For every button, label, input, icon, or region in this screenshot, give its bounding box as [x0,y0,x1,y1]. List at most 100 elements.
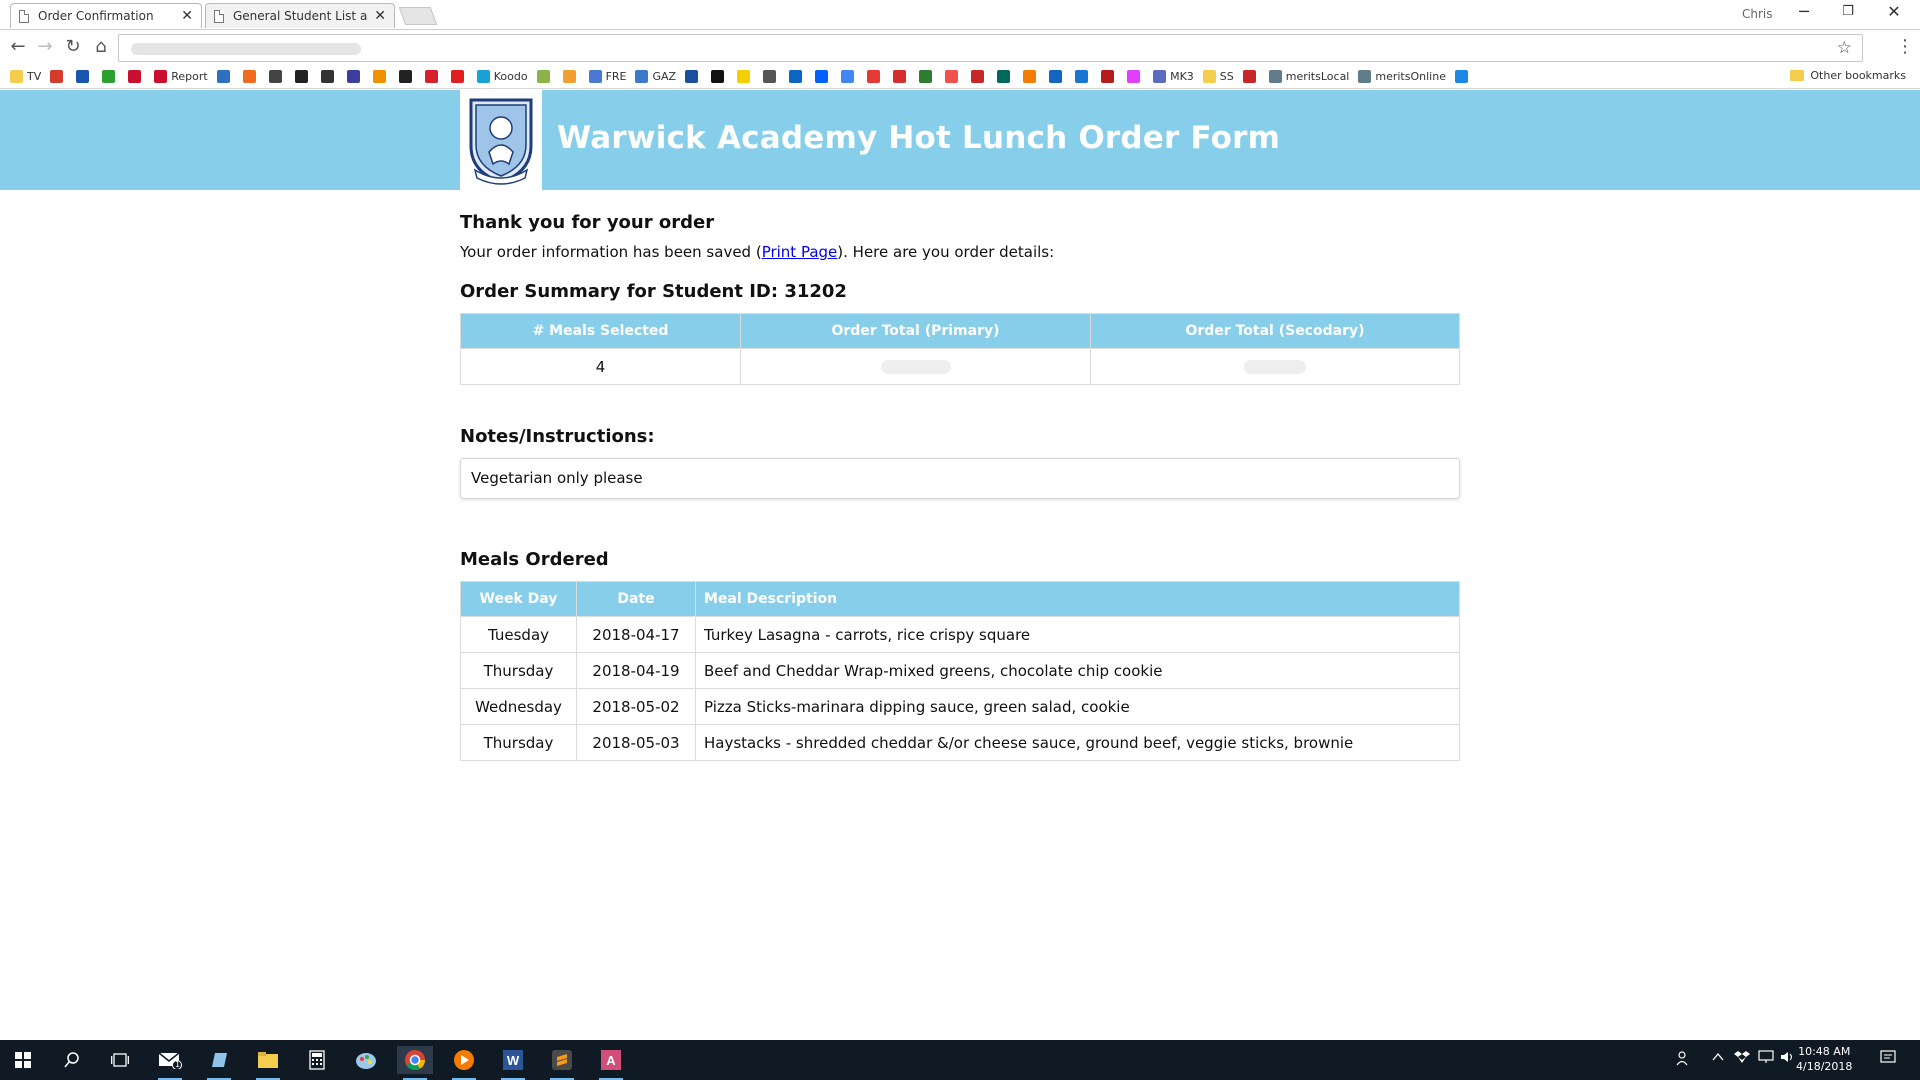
bookmark-star-icon[interactable]: ☆ [1837,38,1852,58]
bookmark-item[interactable] [815,70,832,83]
tab-label: General Student List as o [233,9,368,23]
back-icon[interactable]: ← [6,36,30,57]
tab-general-student-list[interactable]: General Student List as o ✕ [205,3,395,28]
browser-menu-icon[interactable]: ⋮ [1896,36,1914,57]
bookmark-favicon-icon [102,70,116,83]
network-icon[interactable] [1758,1050,1774,1068]
bookmark-item[interactable] [711,70,728,83]
bookmark-item[interactable]: FRE [588,70,627,83]
bookmark-label: FRE [605,70,627,83]
bookmark-item[interactable] [1023,70,1040,83]
volume-icon[interactable] [1780,1050,1794,1068]
bookmark-item[interactable] [372,70,390,83]
taskbar-clock[interactable]: 10:48 AM 4/18/2018 [1796,1044,1852,1074]
sublime-text-icon[interactable] [544,1046,580,1080]
bookmark-item[interactable] [737,70,754,83]
bookmark-item[interactable] [50,70,67,83]
profile-name[interactable]: Chris [1742,7,1773,21]
window-close-icon[interactable]: ✕ [1874,2,1914,21]
bookmark-item[interactable] [685,70,702,83]
column-header-meal-description: Meal Description [695,581,1460,617]
clock-date: 4/18/2018 [1796,1060,1853,1073]
bookmark-item[interactable] [424,70,442,83]
bookmark-item[interactable] [76,70,93,83]
table-row: Thursday 2018-04-19 Beef and Cheddar Wra… [460,652,1460,689]
task-view-icon[interactable] [102,1046,138,1074]
bookmark-item[interactable] [320,70,338,83]
access-app-icon[interactable]: A [593,1046,629,1080]
bookmark-item[interactable] [867,70,884,83]
bookmark-item[interactable] [1101,70,1118,83]
bookmark-item[interactable] [294,70,312,83]
paint-app-icon[interactable] [348,1046,384,1074]
bookmark-item[interactable]: TV [10,70,41,83]
bookmark-item[interactable] [562,70,580,83]
file-explorer-icon[interactable] [250,1046,286,1080]
week-day-cell: Thursday [460,652,577,689]
print-page-link[interactable]: Print Page [762,243,838,261]
bookmark-item[interactable]: Koodo [476,70,528,83]
tab-order-confirmation[interactable]: Order Confirmation ✕ [10,3,202,28]
bookmark-item[interactable] [919,70,936,83]
bookmark-item[interactable] [789,70,806,83]
bookmark-item[interactable]: SS [1202,70,1234,83]
bookmark-item[interactable] [346,70,364,83]
bookmark-item[interactable] [945,70,962,83]
word-icon[interactable]: W [495,1046,531,1080]
bookmark-item[interactable]: Report [154,70,208,83]
bookmark-item[interactable] [1242,70,1260,83]
redacted-value [1244,360,1306,374]
document-icon [19,9,29,23]
bookmark-item[interactable]: meritsLocal [1268,70,1349,83]
bookmark-favicon-icon [424,70,438,83]
bookmark-item[interactable] [997,70,1014,83]
bookmark-item[interactable] [1049,70,1066,83]
bookmark-item[interactable] [102,70,119,83]
show-hidden-icons-chevron-up-icon[interactable] [1712,1050,1724,1068]
school-crest-logo [460,90,542,190]
bookmark-item[interactable] [268,70,286,83]
tab-close-icon[interactable]: ✕ [374,8,386,24]
chrome-icon[interactable] [397,1046,433,1080]
bookmark-favicon-icon [893,70,907,83]
bookmark-item[interactable] [450,70,468,83]
minimize-icon[interactable]: ─ [1784,2,1824,21]
tab-label: Order Confirmation [38,9,154,23]
search-icon[interactable] [54,1046,90,1074]
mail-app-icon[interactable]: 1 [152,1046,188,1080]
windows-start-icon[interactable] [5,1046,41,1074]
bookmark-item[interactable] [1127,70,1144,83]
forward-icon[interactable]: → [33,36,57,57]
bookmark-item[interactable] [242,70,260,83]
bookmark-favicon-icon [536,70,550,83]
bookmark-item[interactable] [536,70,554,83]
bookmark-item[interactable] [216,70,234,83]
bookmark-item[interactable] [128,70,145,83]
other-bookmarks-folder[interactable]: Other bookmarks [1790,69,1906,82]
bookmark-item[interactable]: meritsOnline [1358,70,1446,83]
bookmark-item[interactable] [1075,70,1092,83]
bookmark-item[interactable]: GAZ [635,70,676,83]
svg-text:A: A [606,1053,616,1068]
home-icon[interactable]: ⌂ [89,36,113,57]
dropbox-tray-icon[interactable] [1734,1050,1750,1068]
bookmark-favicon-icon [685,70,699,83]
media-player-icon[interactable] [446,1046,482,1080]
bookmark-item[interactable] [1454,70,1472,83]
reload-icon[interactable]: ↻ [61,36,85,57]
bookmark-favicon-icon [128,70,142,83]
calculator-icon[interactable] [299,1046,335,1074]
people-icon[interactable] [1676,1050,1692,1070]
restore-icon[interactable]: ❐ [1828,4,1868,19]
bookmark-item[interactable] [841,70,858,83]
action-center-icon[interactable] [1880,1050,1896,1070]
notes-app-icon[interactable] [201,1046,237,1080]
bookmark-item[interactable] [763,70,780,83]
bookmark-item[interactable] [893,70,910,83]
tab-close-icon[interactable]: ✕ [181,8,193,24]
bookmark-item[interactable] [971,70,988,83]
new-tab-button[interactable] [398,7,438,25]
address-bar[interactable]: ☆ [118,34,1863,62]
bookmark-item[interactable] [398,70,416,83]
bookmark-item[interactable]: MK3 [1153,70,1194,83]
